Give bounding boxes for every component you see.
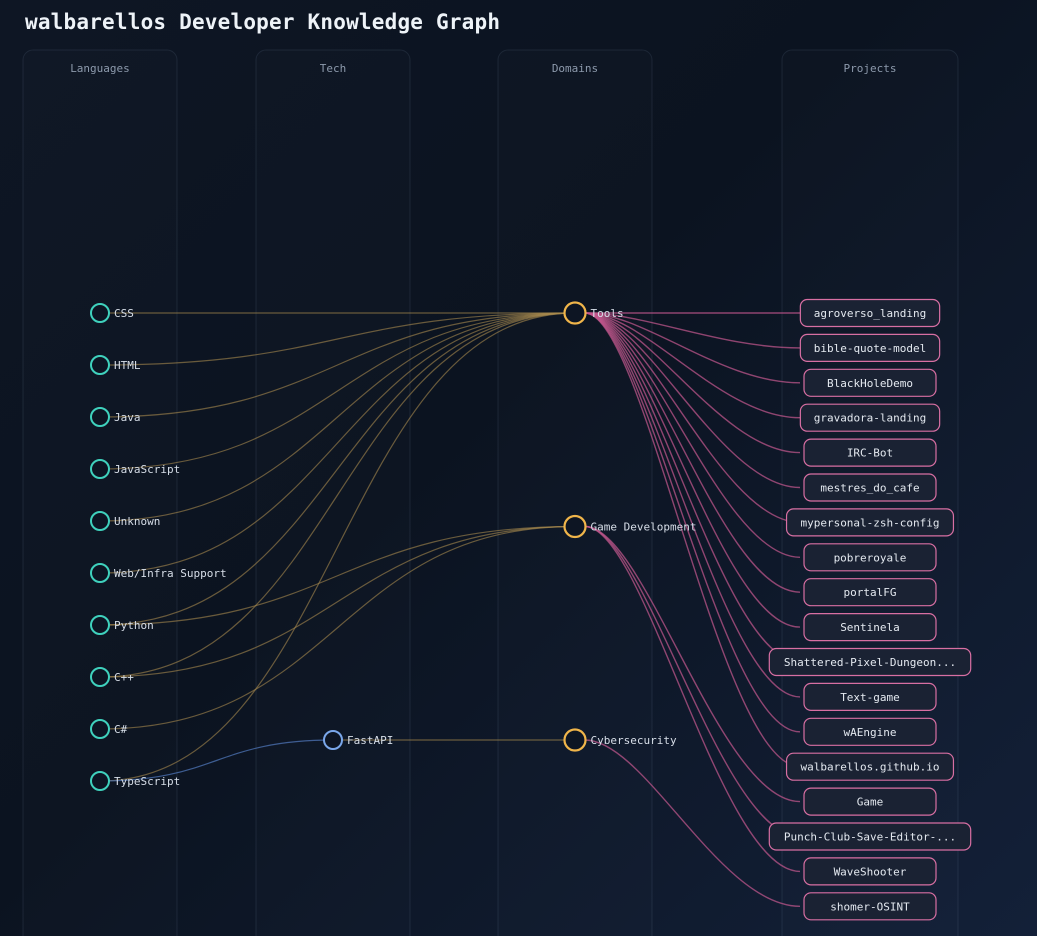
language-node-marker: [90, 459, 110, 479]
project-node-label: pobreroyale: [834, 551, 907, 564]
tech-node-marker: [323, 730, 343, 750]
project-node-irc-bot[interactable]: IRC-Bot: [803, 438, 937, 467]
tech-column-title: Tech: [320, 62, 347, 75]
project-node-walbarellos-github-io[interactable]: walbarellos.github.io: [785, 752, 955, 781]
language-node-marker: [90, 719, 110, 739]
project-node-mestres-do-cafe[interactable]: mestres_do_cafe: [803, 473, 937, 502]
language-node-label: TypeScript: [114, 775, 180, 788]
project-node-label: WaveShooter: [834, 865, 907, 878]
projects-column-title: Projects: [844, 62, 897, 75]
language-node-marker: [90, 563, 110, 583]
tech-node-fastapi[interactable]: FastAPI: [323, 730, 393, 750]
project-node-label: Punch-Club-Save-Editor-...: [784, 831, 956, 844]
project-node-label: agroverso_landing: [814, 307, 927, 320]
project-node-game[interactable]: Game: [803, 787, 937, 816]
languages-column-title: Languages: [70, 62, 130, 75]
language-node-label: JavaScript: [114, 463, 180, 476]
knowledge-graph: Languages Tech Domains Projects CSS HTML J…: [22, 49, 972, 936]
project-node-label: bible-quote-model: [814, 342, 927, 355]
language-node-label: Web/Infra Support: [114, 567, 227, 580]
project-node-label: Sentinela: [840, 621, 900, 634]
project-node-gravadora-landing[interactable]: gravadora-landing: [799, 403, 941, 432]
languages-column: [22, 49, 178, 936]
language-node-marker: [90, 355, 110, 375]
language-node-label: C#: [114, 723, 128, 736]
project-node-waveshooter[interactable]: WaveShooter: [803, 857, 937, 886]
project-node-label: Shattered-Pixel-Dungeon...: [784, 656, 956, 669]
language-node-marker: [90, 511, 110, 531]
edges: [99, 312, 801, 907]
project-node-label: walbarellos.github.io: [800, 761, 939, 774]
domain-node-label: Tools: [591, 307, 624, 320]
project-node-bible-quote-model[interactable]: bible-quote-model: [799, 333, 941, 362]
domain-node-label: Game Development: [591, 521, 697, 534]
domains-column-title: Domains: [552, 62, 598, 75]
project-node-blackholedemo[interactable]: BlackHoleDemo: [803, 368, 937, 397]
project-node-mypersonal-zsh-config[interactable]: mypersonal-zsh-config: [785, 508, 955, 537]
language-node-label: Java: [114, 411, 141, 424]
language-node-marker: [90, 407, 110, 427]
project-node-shattered-pixel-dungeon[interactable]: Shattered-Pixel-Dungeon...: [768, 647, 972, 677]
project-node-label: wAEngine: [844, 726, 897, 739]
language-node-label: HTML: [114, 359, 141, 372]
project-node-sentinela[interactable]: Sentinela: [803, 612, 937, 642]
project-node-label: portalFG: [844, 586, 897, 599]
project-node-label: IRC-Bot: [847, 447, 893, 460]
project-node-shomer-osint[interactable]: shomer-OSINT: [803, 892, 937, 921]
language-node-python[interactable]: Python: [90, 615, 154, 635]
domains-column: [497, 49, 653, 936]
language-node-label: C++: [114, 671, 134, 684]
project-node-waengine[interactable]: wAEngine: [803, 717, 937, 746]
project-node-punch-club-save-editor[interactable]: Punch-Club-Save-Editor-...: [768, 822, 972, 851]
project-node-portalfg[interactable]: portalFG: [803, 578, 937, 607]
language-node-marker: [90, 615, 110, 635]
language-node-javascript[interactable]: JavaScript: [90, 459, 180, 479]
project-node-label: mestres_do_cafe: [820, 482, 919, 495]
project-node-label: Text-game: [840, 691, 900, 704]
language-node-typescript[interactable]: TypeScript: [90, 771, 180, 791]
tech-node-label: FastAPI: [347, 734, 393, 747]
language-node-label: Unknown: [114, 515, 160, 528]
language-node-html[interactable]: HTML: [90, 355, 141, 375]
project-node-label: shomer-OSINT: [830, 900, 910, 913]
domain-node-label: Cybersecurity: [591, 734, 677, 747]
domain-node-marker: [563, 301, 587, 325]
language-node-label: Python: [114, 619, 154, 632]
project-node-label: BlackHoleDemo: [827, 377, 913, 390]
language-node-marker: [90, 667, 110, 687]
language-node-unknown[interactable]: Unknown: [90, 511, 160, 531]
domain-node-marker: [563, 728, 587, 752]
project-node-text-game[interactable]: Text-game: [803, 682, 937, 712]
language-node-marker: [90, 771, 110, 791]
project-node-agroverso-landing[interactable]: agroverso_landing: [799, 298, 941, 328]
domain-node-marker: [563, 514, 587, 539]
project-node-label: mypersonal-zsh-config: [800, 516, 939, 529]
tech-column: [255, 49, 411, 936]
language-node-label: CSS: [114, 307, 134, 320]
language-node-marker: [90, 303, 110, 323]
project-node-pobreroyale[interactable]: pobreroyale: [803, 543, 937, 572]
language-node-java[interactable]: Java: [90, 407, 141, 427]
project-node-label: gravadora-landing: [814, 412, 927, 425]
project-node-label: Game: [857, 796, 884, 809]
